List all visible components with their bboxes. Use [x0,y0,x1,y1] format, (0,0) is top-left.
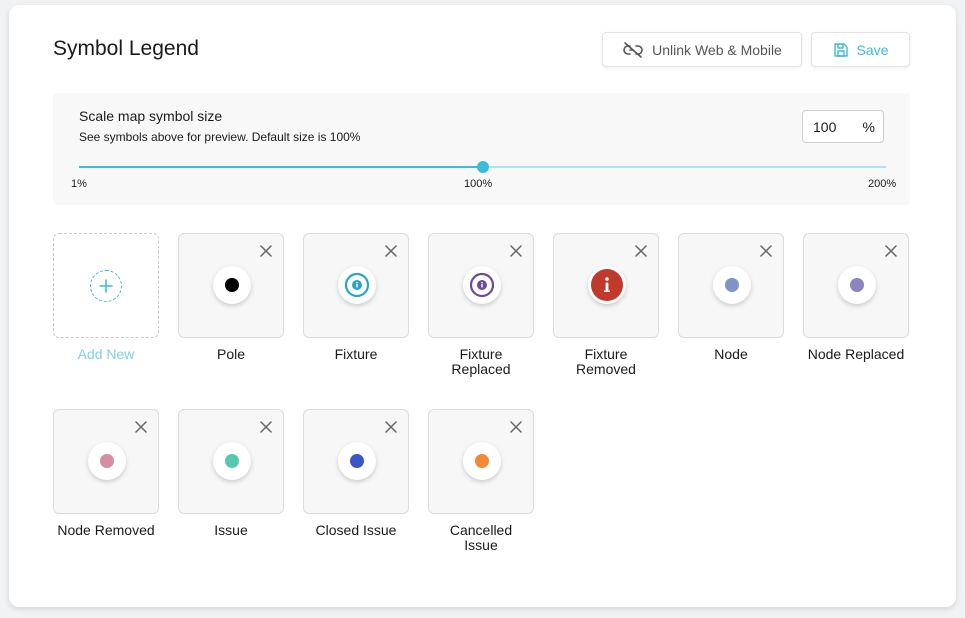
close-icon[interactable] [884,244,898,258]
symbol-preview [838,266,876,304]
symbol-preview [588,266,626,304]
symbol-label-fixture-replaced: Fixture Replaced [451,346,511,377]
symbol-preview [213,442,251,480]
symbol-label-pole: Pole [216,346,246,362]
symbol-label-node-removed: Node Removed [57,522,155,538]
symbol-preview [463,266,501,304]
close-icon[interactable] [259,420,273,434]
add-new-tile[interactable] [53,233,159,338]
close-icon[interactable] [384,420,398,434]
symbol-label-cancelled-issue: Cancelled Issue [449,522,513,553]
symbol-tile-fixture-removed[interactable] [553,233,659,338]
symbol-tile-fixture[interactable] [303,233,409,338]
page-title: Symbol Legend [53,37,199,60]
close-icon[interactable] [509,420,523,434]
dot-icon [350,454,364,468]
dot-icon [225,454,239,468]
scale-slider[interactable] [79,161,886,173]
dot-icon [100,454,114,468]
scale-size-input[interactable]: 100 % [802,110,884,143]
symbol-label-issue: Issue [214,522,248,538]
unlink-icon [622,41,644,58]
close-icon[interactable] [134,420,148,434]
symbol-label-closed-issue: Closed Issue [315,522,397,538]
symbol-tile-pole[interactable] [178,233,284,338]
symbol-preview [463,442,501,480]
scale-size-value: 100 [813,118,837,135]
info-ring-icon [343,271,371,299]
unlink-web-mobile-button[interactable]: Unlink Web & Mobile [602,32,802,67]
symbol-tile-fixture-replaced[interactable] [428,233,534,338]
slider-max-label: 200% [868,178,897,190]
symbol-label-fixture-removed: Fixture Removed [576,346,636,377]
scale-description: See symbols above for preview. Default s… [79,130,361,144]
slider-min-label: 1% [71,178,87,190]
symbol-preview [88,442,126,480]
add-new-label[interactable]: Add New [41,347,171,362]
scale-slider-fill [79,166,483,168]
dot-icon [725,278,739,292]
save-label: Save [856,41,889,58]
plus-icon [99,279,113,293]
close-icon[interactable] [384,244,398,258]
symbol-tile-closed-issue[interactable] [303,409,409,514]
symbol-tile-node-removed[interactable] [53,409,159,514]
symbol-preview [213,266,251,304]
save-icon [833,42,849,58]
unlink-label: Unlink Web & Mobile [652,41,782,58]
close-icon[interactable] [759,244,773,258]
close-icon[interactable] [634,244,648,258]
symbol-tile-cancelled-issue[interactable] [428,409,534,514]
symbol-label-fixture: Fixture [334,346,378,362]
add-circle [90,270,122,302]
symbol-tile-node[interactable] [678,233,784,338]
symbol-preview [338,266,376,304]
symbol-tile-issue[interactable] [178,409,284,514]
dot-icon [475,454,489,468]
slider-mid-label: 100% [464,178,493,190]
close-icon[interactable] [259,244,273,258]
info-filled-icon [590,268,624,302]
symbol-preview [338,442,376,480]
symbol-tile-node-replaced[interactable] [803,233,909,338]
scale-size-unit: % [862,118,875,135]
scale-title: Scale map symbol size [79,108,223,124]
info-ring-icon [468,271,496,299]
symbol-label-node: Node [714,346,748,362]
save-button[interactable]: Save [811,32,910,67]
symbol-preview [713,266,751,304]
dot-icon [850,278,864,292]
dot-icon [225,278,239,292]
symbol-label-node-replaced: Node Replaced [807,346,905,362]
close-icon[interactable] [509,244,523,258]
scale-slider-thumb[interactable] [476,161,489,173]
